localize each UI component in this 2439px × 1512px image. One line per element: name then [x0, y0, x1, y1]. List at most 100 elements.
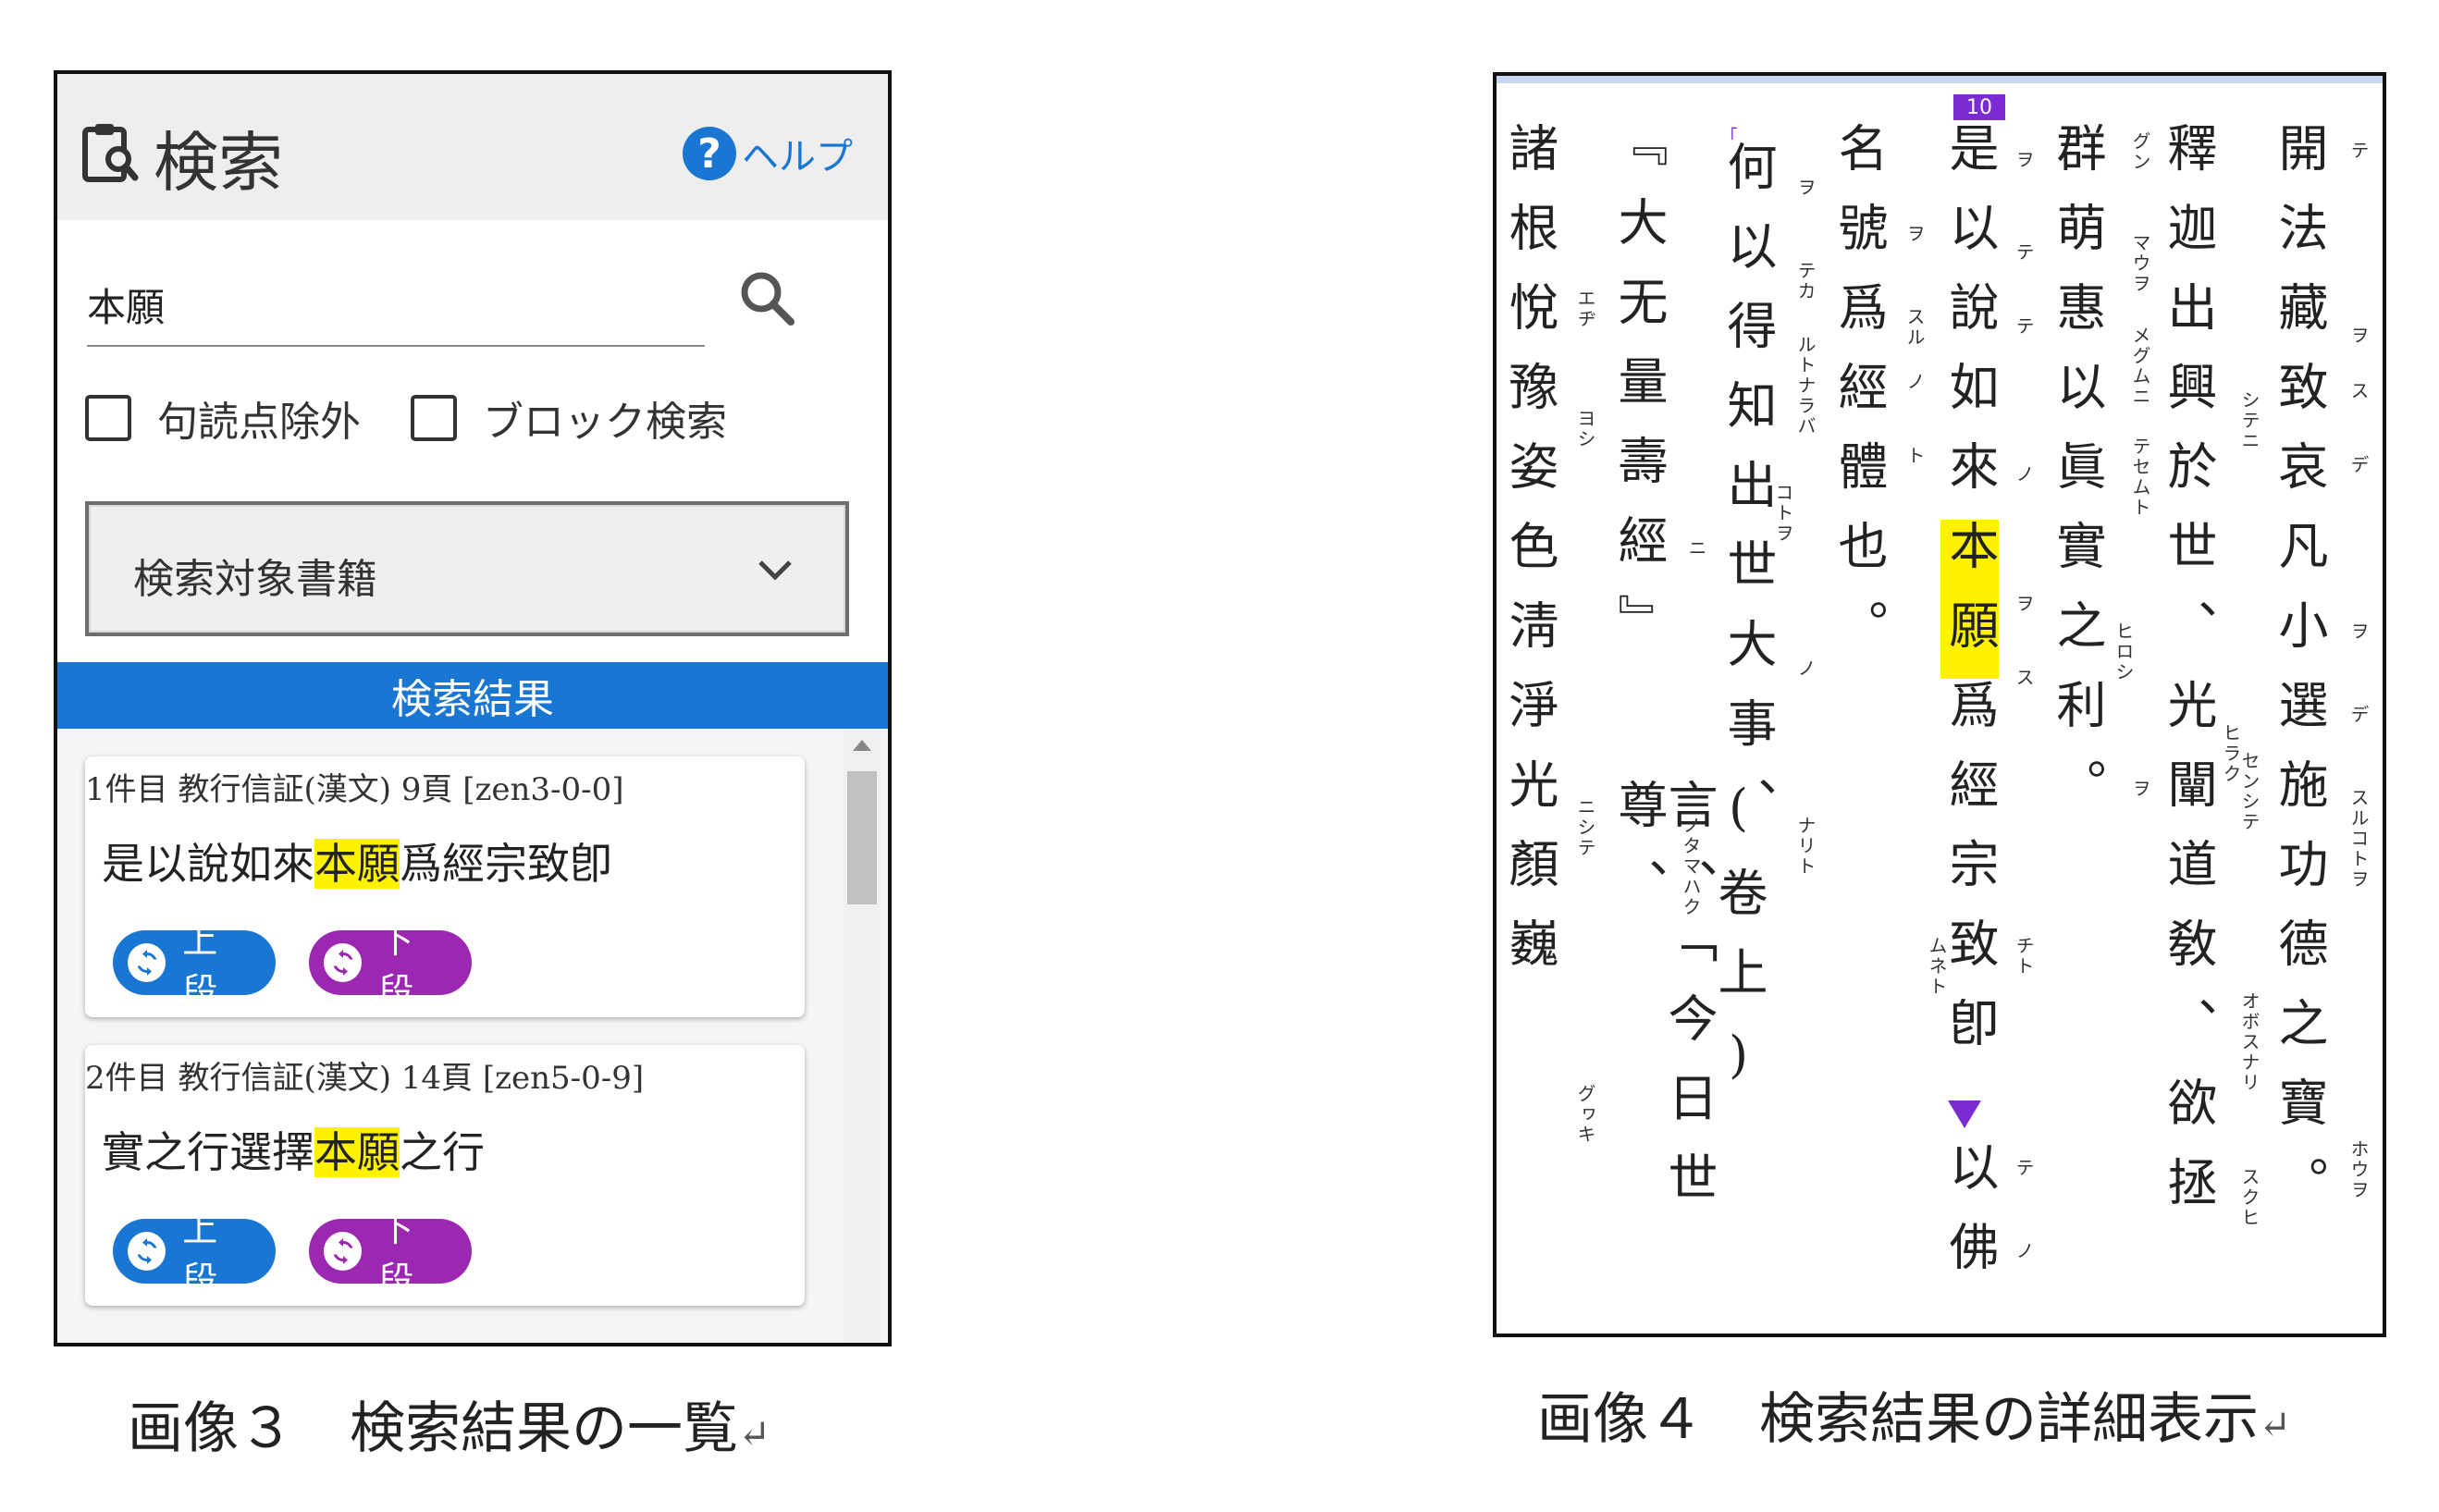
text-column: 諸根悅豫姿色淸淨光顏巍 — [1500, 122, 1558, 997]
left-caption-text: 画像３ 検索結果の一覧 — [128, 1396, 738, 1461]
ruby-text: スル — [1903, 307, 1926, 348]
punctuation-exclude-option[interactable]: 句読点除外 — [85, 388, 361, 448]
search-icon[interactable] — [737, 268, 798, 329]
block-search-option[interactable]: ブロック検索 — [411, 388, 727, 448]
ruby-text: ナリト — [1794, 816, 1817, 877]
clipboard-search-icon — [82, 124, 139, 182]
lower-section-button[interactable]: 下段 — [309, 920, 472, 1012]
page-title: 検索 — [154, 125, 283, 201]
ruby-text: ス — [2013, 668, 2035, 688]
upper-section-button[interactable]: 上段 — [113, 1209, 276, 1300]
lower-section-label: 下段 — [378, 1209, 414, 1300]
result-text-after: 之行 — [400, 1127, 485, 1177]
book-select[interactable]: 検索対象書籍 — [85, 501, 849, 636]
results-scrollbar[interactable] — [844, 729, 881, 1343]
ruby-text: テセムト — [2129, 436, 2151, 518]
results-header: 検索結果 — [57, 662, 888, 729]
ruby-text: ニシテ — [1574, 797, 1596, 858]
ruby-text: ヲ — [1903, 224, 1926, 244]
ruby-text: ノ — [2013, 464, 2035, 485]
ruby-text: ルトナラバ — [1794, 335, 1817, 436]
ruby-text: ヲ — [1794, 178, 1817, 198]
column-text-match: 本願 — [1940, 520, 1999, 679]
ruby-text: テ — [2013, 242, 2035, 263]
ruby-text: コトヲ — [1772, 483, 1794, 544]
ruby-text: ムネト — [1926, 936, 1948, 997]
ruby-text: ヲ — [2129, 779, 2151, 799]
book-select-label: 検索対象書籍 — [133, 556, 377, 603]
upper-section-button[interactable]: 上段 — [113, 920, 276, 1012]
ruby-text: デ — [2347, 455, 2370, 475]
ruby-text: ニ — [1685, 538, 1707, 559]
ruby-text: ヲ — [2347, 621, 2370, 642]
punctuation-exclude-checkbox[interactable] — [85, 395, 131, 441]
text-column: 開法藏致哀凡小選施功德之寶。 — [2270, 122, 2328, 1235]
lower-section-button[interactable]: 下段 — [309, 1209, 472, 1300]
ruby-text: ノ — [2013, 1241, 2035, 1261]
help-icon: ? — [683, 127, 736, 180]
ruby-text: テカ — [1794, 261, 1817, 301]
help-link[interactable]: ? ヘルプ — [683, 126, 853, 181]
ruby-text: ヒラク — [2220, 723, 2242, 784]
ruby-text: シテニ — [2238, 390, 2260, 451]
result-meta: 2件目 教行信証(漢文) 14頁 [zen5-0-9] — [85, 1060, 645, 1097]
ruby-text: グン — [2129, 131, 2151, 172]
ruby-text: デ — [2347, 705, 2370, 725]
result-card[interactable]: 2件目 教行信証(漢文) 14頁 [zen5-0-9] 實之行選擇本願之行 上段… — [85, 1045, 805, 1306]
punctuation-exclude-label: 句読点除外 — [157, 399, 361, 446]
scroll-up-arrow-icon[interactable] — [853, 740, 871, 751]
result-text-match: 本願 — [314, 839, 400, 889]
sync-icon — [324, 943, 363, 982]
ruby-text: メグムニ — [2129, 326, 2151, 407]
lower-section-label: 下段 — [378, 920, 414, 1012]
block-search-checkbox[interactable] — [411, 395, 457, 441]
right-caption: 画像４ 検索結果の詳細表示↵ — [1537, 1374, 2291, 1455]
ruby-text: チト — [2013, 936, 2035, 977]
result-text-after: 爲經宗致卽 — [400, 839, 612, 889]
search-input[interactable] — [87, 264, 705, 345]
search-panel: 検索 ? ヘルプ 句読点除外 ブロック検索 検索対象書籍 検索結果 1件目 教行… — [54, 70, 892, 1346]
ruby-text: テ — [2013, 1158, 2035, 1178]
ruby-text: スクヒ — [2238, 1167, 2260, 1228]
column-text-after: 爲經宗致卽 — [1940, 679, 1999, 1076]
text-column: 何以得知出世大事、 — [1718, 141, 1777, 856]
top-rule — [1497, 76, 2383, 83]
left-caption: 画像３ 検索結果の一覧↵ — [128, 1383, 770, 1464]
column-text-tail: 以佛 — [1940, 1141, 1999, 1300]
position-marker-icon — [1948, 1100, 1981, 1128]
sync-icon — [128, 943, 166, 982]
text-column: 名號爲經體也。 — [1829, 122, 1888, 679]
ruby-text: ヨシ — [1574, 409, 1596, 449]
ruby-text: ノ — [1903, 372, 1926, 392]
return-mark: ↵ — [2259, 1402, 2292, 1447]
detail-view: 10 ꜒ 開法藏致哀凡小選施功德之寶。 釋迦出興於世、光闡道敎、欲拯 群萌惠以眞… — [1493, 72, 2386, 1337]
ruby-text: テ — [2347, 141, 2370, 161]
result-text-match: 本願 — [314, 1127, 400, 1177]
column-text-before: 是以說如來 — [1940, 122, 1999, 520]
upper-section-label: 上段 — [182, 1209, 218, 1300]
block-search-label: ブロック検索 — [483, 399, 727, 446]
ruby-text: ノ — [1794, 658, 1817, 679]
ruby-text: エヂ — [1574, 289, 1596, 329]
sync-icon — [324, 1232, 363, 1271]
upper-section-label: 上段 — [182, 920, 218, 1012]
ruby-text: ノタマハク — [1680, 816, 1702, 917]
ruby-text: スルコトヲ — [2347, 788, 2370, 890]
ruby-text: ヲ — [2013, 150, 2035, 170]
text-column: 釋迦出興於世、光闡道敎、欲拯 — [2159, 122, 2217, 1235]
right-caption-text: 画像４ 検索結果の詳細表示 — [1537, 1387, 2259, 1452]
search-field — [87, 264, 705, 347]
text-column: 『大无量壽經』 — [1609, 117, 1668, 673]
ruby-text: ホウヲ — [2347, 1139, 2370, 1200]
result-text-before: 實之行選擇 — [102, 1127, 314, 1177]
ruby-text: オボスナリ — [2238, 991, 2260, 1093]
ruby-text: ト — [1903, 446, 1926, 466]
result-card[interactable]: 1件目 教行信証(漢文) 9頁 [zen3-0-0] 是以說如來本願爲經宗致卽 … — [85, 756, 805, 1017]
scrollbar-thumb[interactable] — [847, 771, 877, 904]
sync-icon — [128, 1232, 166, 1271]
chevron-down-icon — [758, 560, 792, 581]
result-text: 實之行選擇本願之行 — [102, 1119, 485, 1180]
help-label: ヘルプ — [742, 136, 853, 178]
ruby-text: テ — [2013, 316, 2035, 337]
ruby-text: マウヲ — [2129, 233, 2151, 294]
